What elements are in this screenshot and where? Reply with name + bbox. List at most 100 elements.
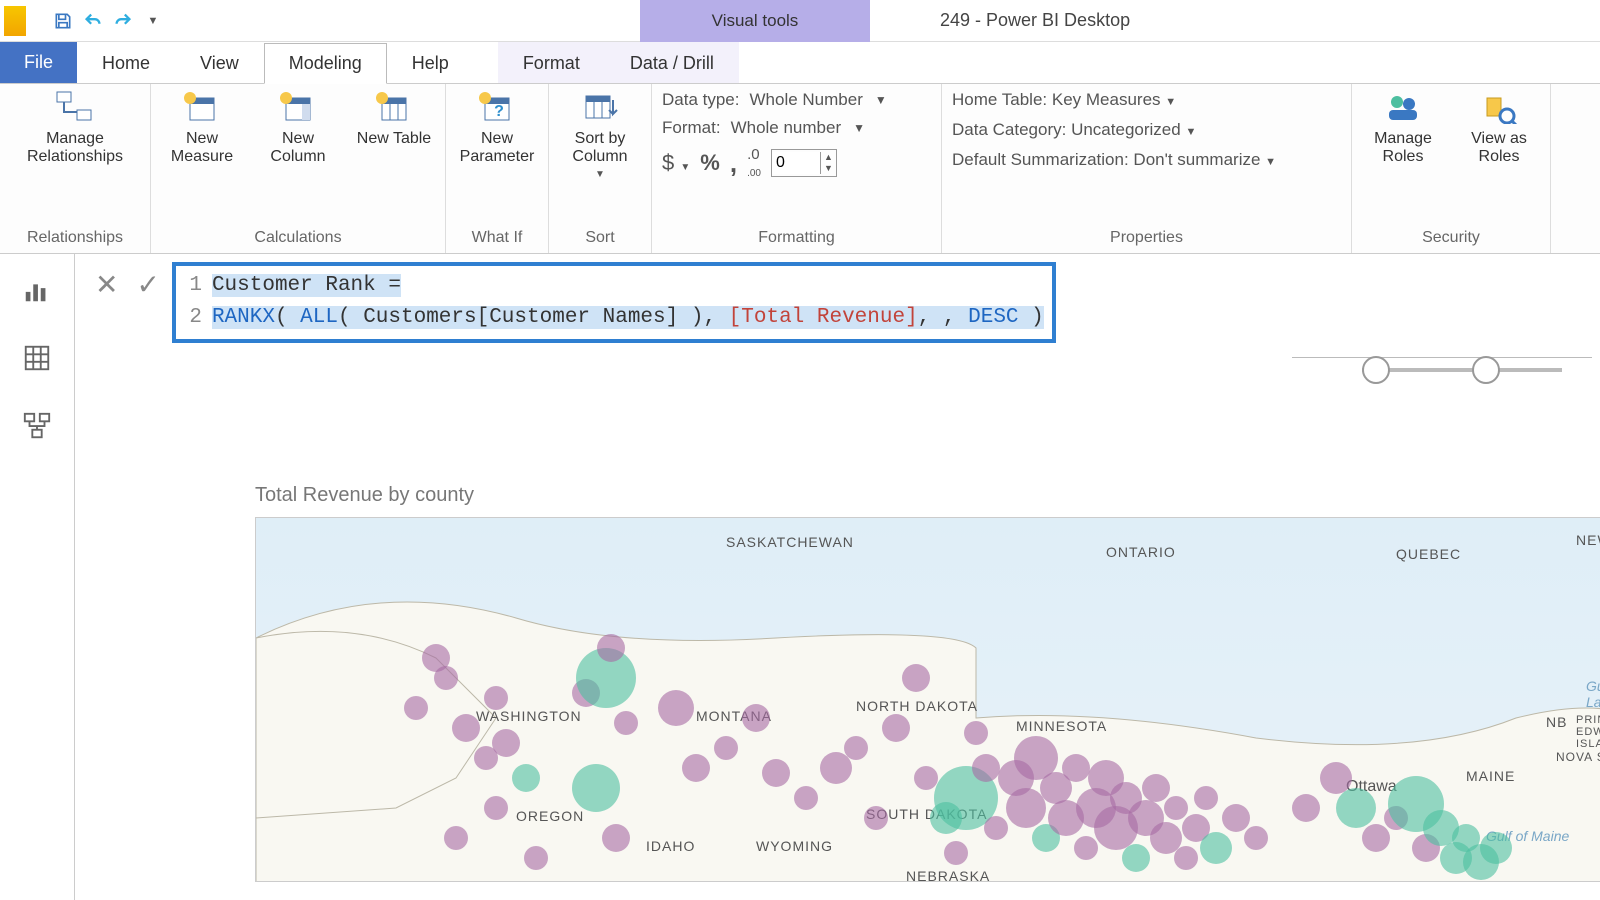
map-bubble[interactable] (1362, 824, 1390, 852)
report-view-icon[interactable] (21, 274, 53, 306)
map-bubble[interactable] (614, 711, 638, 735)
map-bubble[interactable] (714, 736, 738, 760)
map-bubble[interactable] (794, 786, 818, 810)
map-bubble[interactable] (742, 704, 770, 732)
default-summarization-selector[interactable]: Default Summarization: Don't summarize ▼ (952, 150, 1341, 170)
new-measure-icon (180, 90, 224, 124)
map-bubble[interactable] (1292, 794, 1320, 822)
map-bubble[interactable] (882, 714, 910, 742)
tab-format[interactable]: Format (498, 42, 605, 83)
percent-button[interactable]: % (700, 150, 720, 176)
manage-relationships-label: Manage Relationships (10, 130, 140, 167)
map-bubble[interactable] (1142, 774, 1170, 802)
slider-track[interactable] (1362, 368, 1562, 372)
map-bubble[interactable] (524, 846, 548, 870)
decimal-places-input[interactable]: ▲▼ (771, 149, 837, 177)
new-column-button[interactable]: New Column (257, 90, 339, 167)
new-column-label: New Column (257, 130, 339, 167)
comma-button[interactable]: , (730, 148, 737, 179)
tab-help[interactable]: Help (387, 42, 474, 83)
slider-handle-right[interactable] (1472, 356, 1500, 384)
map-bubble[interactable] (602, 824, 630, 852)
formula-commit-icon[interactable]: ✓ (136, 268, 159, 301)
tab-modeling[interactable]: Modeling (264, 43, 387, 84)
map-bubble[interactable] (914, 766, 938, 790)
map-bubble[interactable] (972, 754, 1000, 782)
map-bubble[interactable] (484, 796, 508, 820)
map-bubble[interactable] (1200, 832, 1232, 864)
map-bubble[interactable] (1480, 832, 1512, 864)
map-bubble[interactable] (1122, 844, 1150, 872)
new-table-button[interactable]: New Table (353, 90, 435, 148)
map-label: ONTARIO (1106, 544, 1176, 560)
map-bubble[interactable] (944, 841, 968, 865)
map-bubble[interactable] (434, 666, 458, 690)
group-calculations: New Measure New Column New Table Calcula… (151, 84, 446, 253)
format-selector[interactable]: Format: Whole number ▼ (662, 118, 931, 138)
map-bubble[interactable] (658, 690, 694, 726)
group-label-relationships: Relationships (10, 227, 140, 251)
new-column-icon (276, 90, 320, 124)
line-number: 2 (184, 302, 202, 334)
tab-data-drill[interactable]: Data / Drill (605, 42, 739, 83)
slider-handle-left[interactable] (1362, 356, 1390, 384)
map-bubble[interactable] (964, 721, 988, 745)
formula-cancel-icon[interactable]: ✕ (95, 268, 118, 301)
currency-button[interactable]: $ ▼ (662, 150, 690, 176)
map-bubble[interactable] (1222, 804, 1250, 832)
tab-file[interactable]: File (0, 42, 77, 83)
map-bubble[interactable] (1062, 754, 1090, 782)
map-bubble[interactable] (844, 736, 868, 760)
map-bubble[interactable] (484, 686, 508, 710)
map-bubble[interactable] (597, 634, 625, 662)
spin-up-icon[interactable]: ▲ (821, 152, 836, 163)
map-label: IDAHO (646, 838, 695, 854)
data-type-selector[interactable]: Data type: Whole Number ▼ (662, 90, 931, 110)
map-label: NOVA SCO (1556, 750, 1600, 764)
map-label: MAINE (1466, 768, 1515, 784)
map-bubble[interactable] (864, 806, 888, 830)
map-bubble[interactable] (452, 714, 480, 742)
map-bubble[interactable] (1174, 846, 1198, 870)
redo-icon[interactable] (112, 10, 134, 32)
tab-view[interactable]: View (175, 42, 264, 83)
map-bubble[interactable] (762, 759, 790, 787)
new-measure-button[interactable]: New Measure (161, 90, 243, 167)
map-bubble[interactable] (1074, 836, 1098, 860)
map-bubble[interactable] (492, 729, 520, 757)
qat-dropdown-icon[interactable]: ▼ (142, 10, 164, 32)
sort-by-column-label: Sort by Column (559, 130, 641, 167)
map-label: PRINCE EDWARD ISLAND (1576, 714, 1600, 750)
map-bubble[interactable] (682, 754, 710, 782)
map-bubble[interactable] (1244, 826, 1268, 850)
group-label-formatting: Formatting (662, 227, 931, 251)
model-view-icon[interactable] (21, 410, 53, 442)
view-as-roles-button[interactable]: View as Roles (1458, 90, 1540, 167)
undo-icon[interactable] (82, 10, 104, 32)
sort-by-column-button[interactable]: Sort by Column ▼ (559, 90, 641, 180)
map-bubble[interactable] (1164, 796, 1188, 820)
spin-down-icon[interactable]: ▼ (821, 163, 836, 174)
home-table-selector[interactable]: Home Table: Key Measures ▼ (952, 90, 1341, 110)
map-visual[interactable]: SASKATCHEWAN ONTARIO QUEBEC NEWF WASHING… (255, 517, 1600, 882)
map-bubble[interactable] (1006, 788, 1046, 828)
manage-relationships-button[interactable]: Manage Relationships (10, 90, 140, 167)
formula-bar[interactable]: 1Customer Rank = 2RANKX( ALL( Customers[… (172, 262, 1056, 343)
save-icon[interactable] (52, 10, 74, 32)
tab-home[interactable]: Home (77, 42, 175, 83)
map-bubble[interactable] (512, 764, 540, 792)
map-bubble[interactable] (1336, 788, 1376, 828)
group-security: Manage Roles View as Roles Security (1352, 84, 1551, 253)
map-bubble[interactable] (404, 696, 428, 720)
map-bubble[interactable] (1194, 786, 1218, 810)
data-category-selector[interactable]: Data Category: Uncategorized ▼ (952, 120, 1341, 140)
map-label: OREGON (516, 808, 584, 824)
map-bubble[interactable] (902, 664, 930, 692)
data-view-icon[interactable] (21, 342, 53, 374)
map-bubble[interactable] (444, 826, 468, 850)
map-bubble[interactable] (572, 764, 620, 812)
new-parameter-button[interactable]: ? New Parameter (456, 90, 538, 167)
manage-roles-button[interactable]: Manage Roles (1362, 90, 1444, 167)
map-bubble[interactable] (984, 816, 1008, 840)
group-label-security: Security (1362, 227, 1540, 251)
